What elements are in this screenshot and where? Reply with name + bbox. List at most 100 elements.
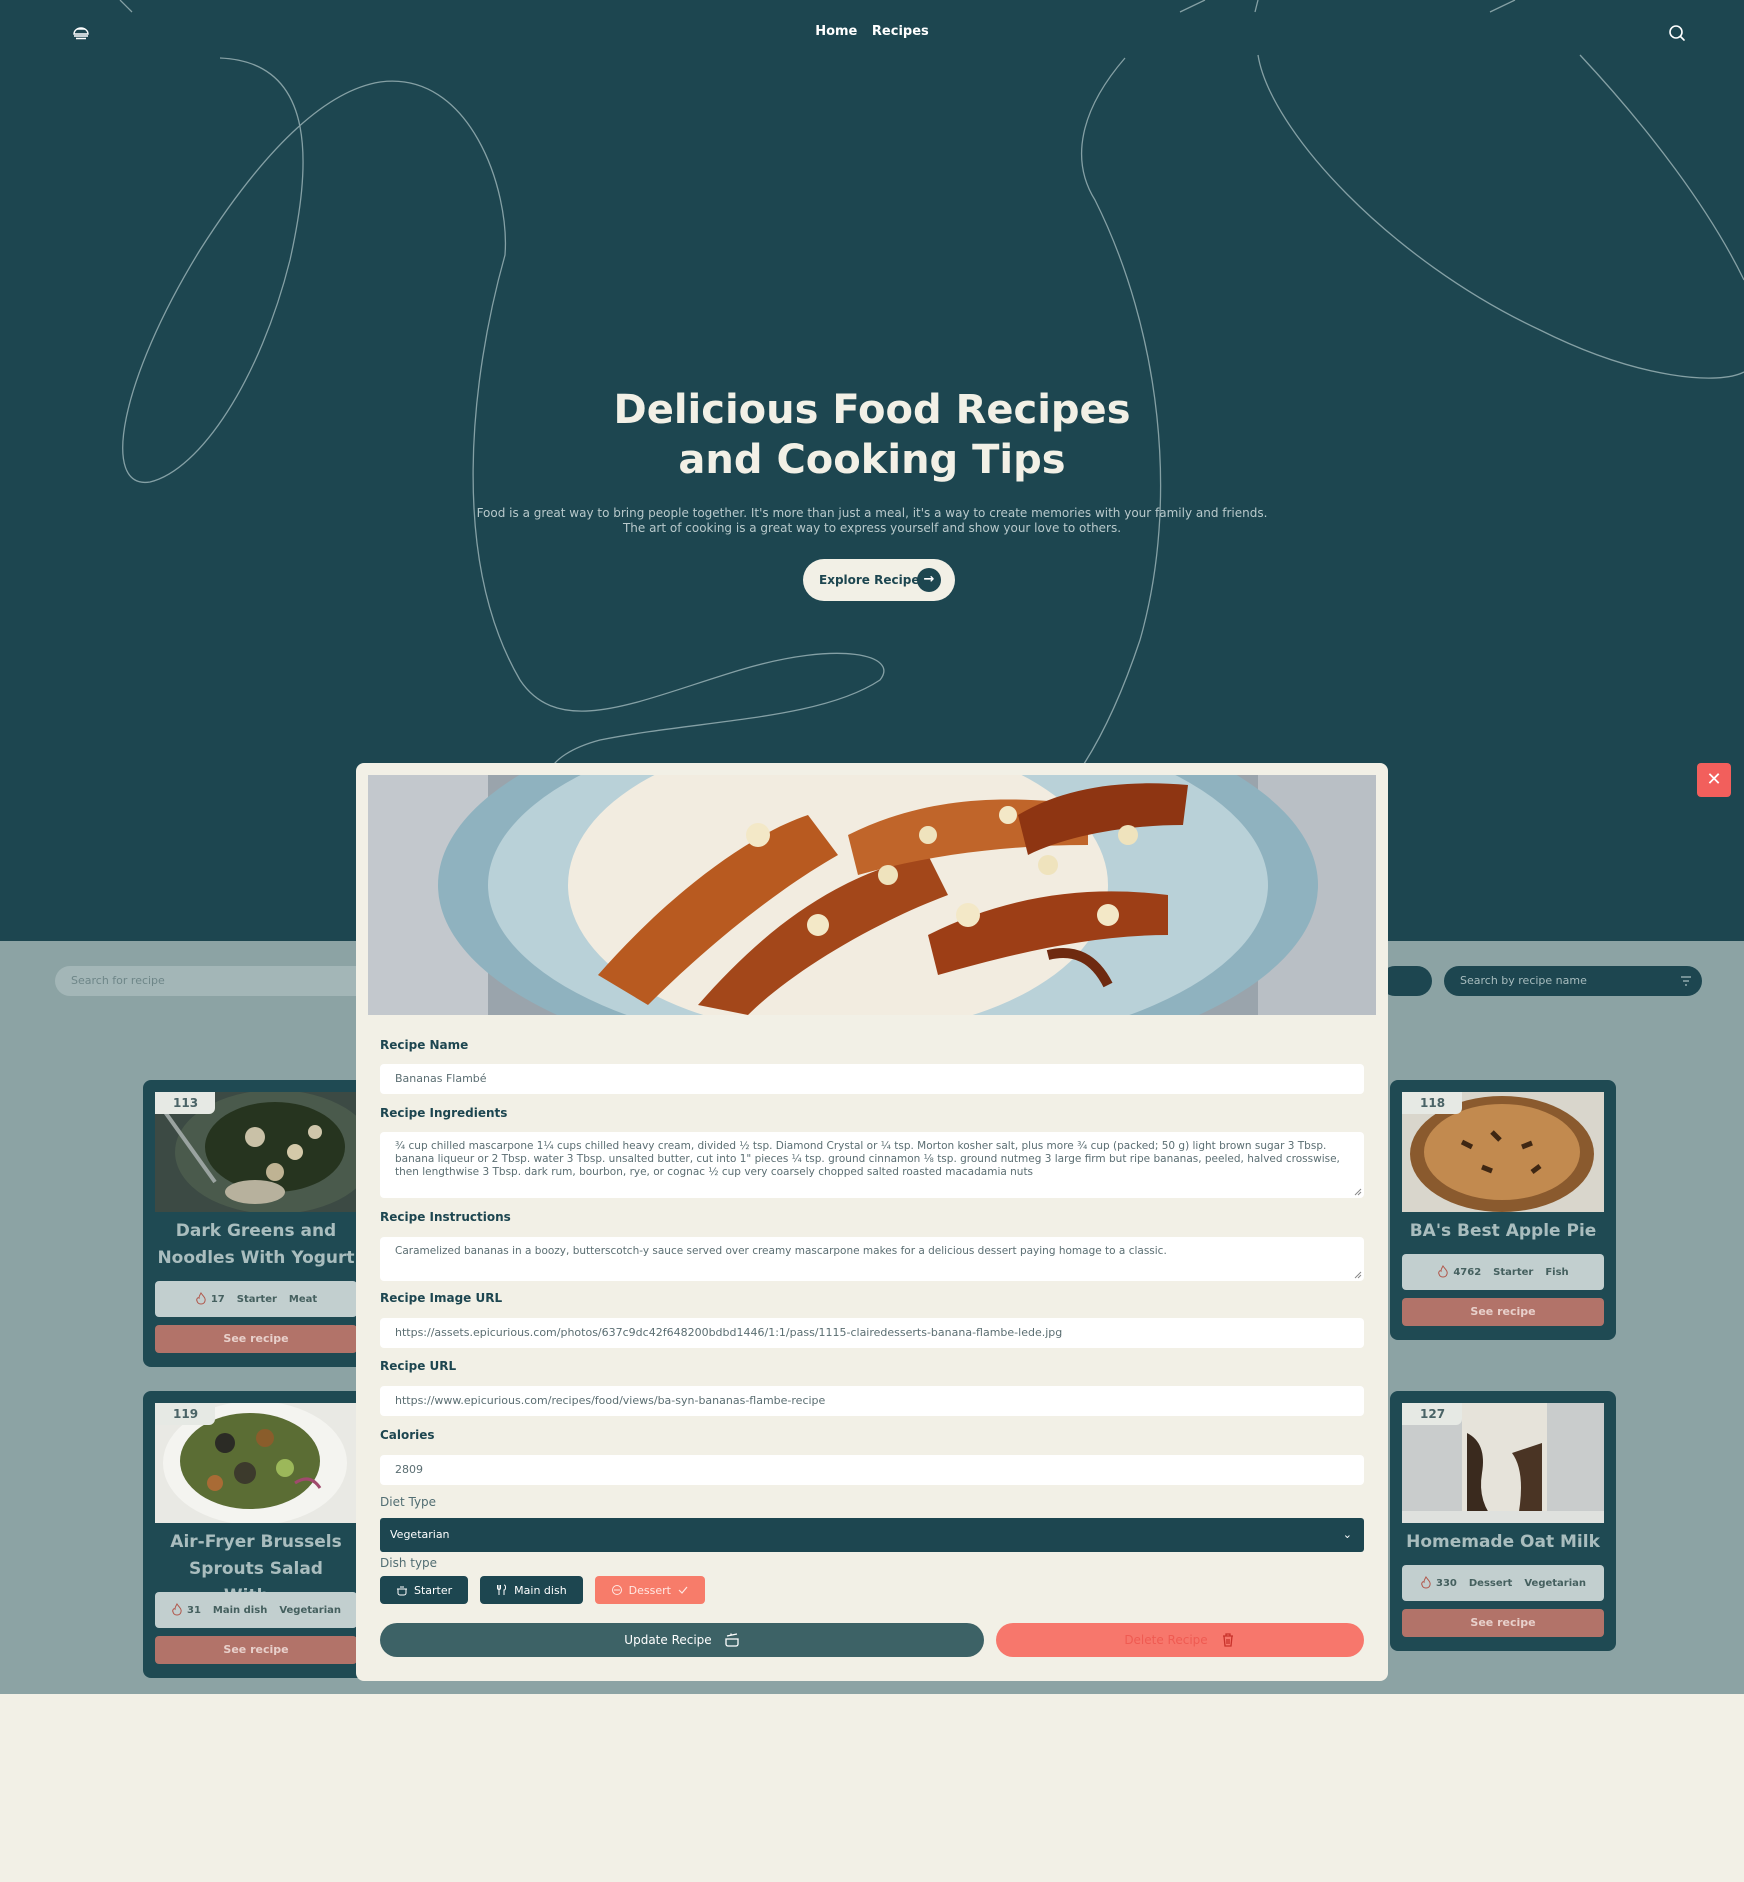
recipe-card-meta: 31 Main dish Vegetarian [155, 1592, 357, 1628]
nav-home-link[interactable]: Home [815, 24, 857, 39]
recipe-card-id: 118 [1402, 1092, 1462, 1114]
flame-icon [196, 1292, 206, 1305]
flame-icon [1421, 1576, 1431, 1589]
recipe-url-input[interactable]: https://www.epicurious.com/recipes/food/… [380, 1386, 1364, 1416]
recipe-card-title-line1: Air-Fryer Brussels [170, 1532, 342, 1552]
recipe-card-title-line1: BA's Best Apple Pie [1409, 1221, 1597, 1241]
calories-value: 4762 [1453, 1266, 1482, 1278]
delete-recipe-button[interactable]: Delete Recipe [996, 1623, 1364, 1657]
dish-type-label: Dish type [380, 1556, 438, 1570]
calories-badge: 17 [195, 1292, 225, 1306]
recipe-search-input[interactable]: Search for recipe [55, 966, 375, 996]
dish-tag: Main dish [212, 1604, 268, 1616]
recipe-card-title: Homemade Oat Milk [1402, 1529, 1604, 1556]
recipe-card-meta: 4762 Starter Fish [1402, 1254, 1604, 1290]
calories-label: Calories [380, 1428, 435, 1442]
filter-icon[interactable] [1680, 975, 1692, 987]
flame-icon [1438, 1265, 1449, 1278]
recipe-url-label: Recipe URL [380, 1359, 457, 1373]
diet-type-value: Vegetarian [390, 1528, 450, 1541]
dish-type-main-dish-label: Main dish [514, 1583, 567, 1597]
dish-type-options: Starter Main dish Dessert [380, 1576, 705, 1604]
chevron-down-icon: ⌄ [1342, 1528, 1352, 1541]
hero-title: Delicious Food Recipes and Cooking Tips [0, 385, 1744, 485]
edit-recipe-modal: Recipe Name Bananas Flambé Recipe Ingred… [356, 763, 1388, 1681]
flame-icon [172, 1603, 182, 1616]
recipe-name-search-placeholder: Search by recipe name [1460, 974, 1587, 987]
recipe-card-meta: 17 Starter Meat [155, 1281, 357, 1317]
checkmark-icon [678, 1586, 688, 1594]
diet-type-label: Diet Type [380, 1495, 437, 1509]
see-recipe-button[interactable]: See recipe [155, 1325, 357, 1353]
dish-tag: Starter [1493, 1266, 1534, 1278]
explore-recipes-button[interactable]: Explore Recipes → [803, 559, 955, 601]
recipe-image-url-input[interactable]: https://assets.epicurious.com/photos/637… [380, 1318, 1364, 1348]
recipe-card-title: Dark Greens and Noodles With Yogurt [155, 1218, 357, 1272]
dish-type-dessert-label: Dessert [628, 1583, 671, 1597]
resize-handle-icon[interactable] [1354, 1188, 1362, 1196]
recipe-ingredients-label: Recipe Ingredients [380, 1106, 508, 1120]
recipe-card: 113 Dark Greens and Noodles With Yogurt … [143, 1080, 369, 1367]
recipe-instructions-value: Caramelized bananas in a boozy, buttersc… [395, 1245, 1167, 1257]
hero-subtitle: Food is a great way to bring people toge… [0, 506, 1744, 536]
trash-icon [1222, 1633, 1233, 1647]
recipe-image-url-label: Recipe Image URL [380, 1291, 503, 1305]
recipe-card-title: BA's Best Apple Pie [1402, 1218, 1604, 1245]
recipe-ingredients-textarea[interactable]: ¾ cup chilled mascarpone 1¼ cups chilled… [380, 1132, 1364, 1198]
nav-recipes-link[interactable]: Recipes [872, 24, 929, 39]
recipe-name-input[interactable]: Bananas Flambé [380, 1064, 1364, 1094]
dessert-icon [611, 1585, 622, 1595]
diet-tag: Fish [1545, 1266, 1569, 1278]
recipe-card-title-line1: Homemade Oat Milk [1406, 1532, 1600, 1552]
dish-type-starter[interactable]: Starter [380, 1576, 469, 1604]
diet-tag: Meat [288, 1293, 318, 1305]
explore-recipes-label: Explore Recipes [819, 573, 927, 587]
dish-type-main-dish[interactable]: Main dish [480, 1576, 583, 1604]
recipe-card-id: 113 [155, 1092, 215, 1114]
recipe-ingredients-value: ¾ cup chilled mascarpone 1¼ cups chilled… [395, 1140, 1340, 1178]
update-recipe-label: Update Recipe [624, 1633, 712, 1647]
recipe-instructions-label: Recipe Instructions [380, 1210, 511, 1224]
update-recipe-button[interactable]: Update Recipe [380, 1623, 984, 1657]
calories-value: 17 [210, 1293, 225, 1305]
search-icon[interactable] [1667, 23, 1687, 43]
recipe-card: 118 BA's Best Apple Pie 4762 Starter Fis… [1390, 1080, 1616, 1340]
hero-subtitle-line2: The art of cooking is a great way to exp… [622, 521, 1122, 535]
calories-value: 330 [1435, 1577, 1457, 1589]
calories-value: 31 [187, 1604, 201, 1616]
resize-handle-icon[interactable] [1354, 1271, 1362, 1279]
utensils-icon [497, 1584, 507, 1595]
diet-type-select[interactable]: Vegetarian ⌄ [380, 1518, 1364, 1552]
hero-subtitle-line1: Food is a great way to bring people toge… [476, 506, 1268, 520]
dish-tag: Dessert [1468, 1577, 1513, 1589]
see-recipe-button[interactable]: See recipe [155, 1636, 357, 1664]
recipe-image-preview [368, 775, 1376, 1015]
recipe-card-id: 119 [155, 1403, 215, 1425]
calories-badge: 31 [171, 1603, 201, 1617]
recipe-card-title-line1: Dark Greens and [175, 1221, 337, 1241]
recipe-card: 127 Homemade Oat Milk 330 Dessert Vegeta… [1390, 1391, 1616, 1651]
recipe-card: 119 Air-Fryer Brussels Sprouts Salad Wit… [143, 1391, 369, 1678]
close-modal-button[interactable]: ✕ [1697, 763, 1731, 797]
diet-tag: Vegetarian [279, 1604, 341, 1616]
see-recipe-button[interactable]: See recipe [1402, 1609, 1604, 1637]
recipe-name-search-input[interactable]: Search by recipe name [1444, 966, 1702, 996]
cooking-pot-icon [725, 1633, 739, 1647]
calories-badge: 4762 [1437, 1265, 1481, 1279]
arrow-right-icon: → [917, 568, 941, 592]
hero-title-line1: Delicious Food Recipes [613, 387, 1131, 433]
calories-input[interactable]: 2809 [380, 1455, 1364, 1485]
recipe-instructions-textarea[interactable]: Caramelized bananas in a boozy, buttersc… [380, 1237, 1364, 1281]
dish-type-dessert[interactable]: Dessert [594, 1576, 705, 1604]
dish-tag: Starter [236, 1293, 277, 1305]
recipe-card-meta: 330 Dessert Vegetarian [1402, 1565, 1604, 1601]
recipe-name-label: Recipe Name [380, 1038, 469, 1052]
dish-type-starter-label: Starter [414, 1583, 453, 1597]
main-nav: Home Recipes [0, 24, 1744, 39]
recipe-card-id: 127 [1402, 1403, 1462, 1425]
see-recipe-button[interactable]: See recipe [1402, 1298, 1604, 1326]
recipe-card-title-line2: Noodles With Yogurt [157, 1248, 355, 1268]
calories-badge: 330 [1420, 1576, 1457, 1590]
delete-recipe-label: Delete Recipe [1124, 1633, 1208, 1647]
cooking-pot-icon [397, 1586, 407, 1596]
